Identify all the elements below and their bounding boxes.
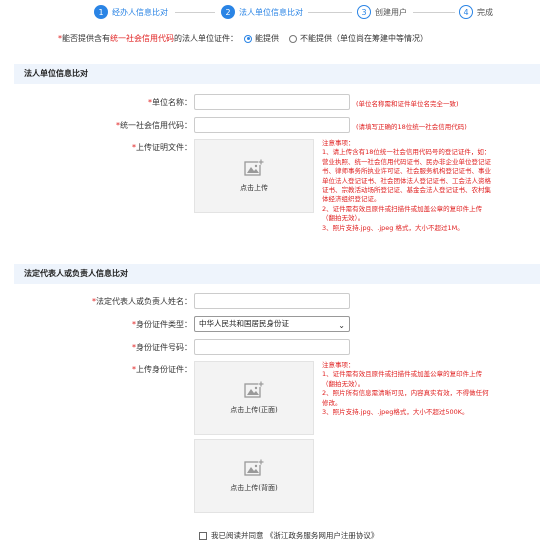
credit-code-label: *统一社会信用代码： <box>116 121 192 130</box>
step-connector <box>413 12 455 13</box>
step-2: 2 法人单位信息比对 <box>221 4 303 20</box>
upload-text: 点击上传(正面) <box>230 406 278 414</box>
question-text-pre: 能否提供含有 <box>62 34 110 43</box>
step-label: 创建用户 <box>375 7 407 17</box>
credit-code-input[interactable] <box>194 117 350 133</box>
upload-certificate-label: *上传证明文件： <box>132 143 192 152</box>
id-type-label: *身份证件类型： <box>132 320 192 329</box>
upload-certificate-button[interactable]: 点击上传 <box>194 139 314 213</box>
section-header-legal-unit: 法人单位信息比对 <box>14 64 540 84</box>
step-number: 1 <box>94 5 108 19</box>
unit-name-label: *单位名称： <box>148 98 192 107</box>
radio-label: 能提供 <box>255 34 279 43</box>
agreement-checkbox-row[interactable]: 我已阅读并同意 《浙江政务服务网用户注册协议》 <box>199 530 378 541</box>
radio-label: 不能提供（单位尚在筹建中等情况） <box>300 34 428 43</box>
unit-name-hint: (单位名称需和证件单位名完全一致) <box>356 100 459 108</box>
step-number: 3 <box>357 5 371 19</box>
id-type-select[interactable]: 中华人民共和国居民身份证 ⌄ <box>194 316 350 332</box>
image-upload-icon <box>244 381 264 398</box>
upload-id-front-button[interactable]: 点击上传(正面) <box>194 361 314 435</box>
rep-name-label: *法定代表人或负责人姓名： <box>92 297 192 306</box>
question-highlight: 统一社会信用代码 <box>110 34 174 43</box>
step-connector <box>308 12 352 13</box>
chevron-down-icon: ⌄ <box>338 321 345 330</box>
step-1: 1 经办人信息比对 <box>94 4 168 20</box>
upload-id-label: *上传身份证件： <box>132 365 192 374</box>
agreement-text: 我已阅读并同意 《浙江政务服务网用户注册协议》 <box>211 531 379 540</box>
image-upload-icon <box>244 459 264 476</box>
step-label: 完成 <box>477 7 493 17</box>
upload-id-back-button[interactable]: 点击上传(背面) <box>194 439 314 513</box>
step-label: 法人单位信息比对 <box>239 7 303 17</box>
question-text-post: 的法人单位证件： <box>174 34 238 43</box>
upload-text: 点击上传(背面) <box>230 484 278 492</box>
rep-name-input[interactable] <box>194 293 350 309</box>
step-indicator: 1 经办人信息比对 2 法人单位信息比对 3 创建用户 4 完成 <box>0 4 554 20</box>
radio-can-provide[interactable]: 能提供 <box>244 33 279 44</box>
agreement-checkbox[interactable] <box>199 531 207 540</box>
id-notes: 注意事项： 1、证件需有效且原件或扫描件或加盖公章的复印件上传（翻拍无效）。 2… <box>322 361 489 417</box>
unit-name-input[interactable] <box>194 94 350 110</box>
radio-dot[interactable] <box>289 34 297 43</box>
certificate-notes: 注意事项： 1、请上传含有18位统一社会信用代码号的登记证件，如：营业执照、统一… <box>322 139 491 232</box>
step-connector <box>175 12 215 13</box>
provide-credit-code-question: * 能否提供含有 统一社会信用代码 的法人单位证件： 能提供 不能提供（单位尚在… <box>58 33 428 44</box>
radio-dot[interactable] <box>244 34 252 43</box>
id-number-label: *身份证件号码： <box>132 343 192 352</box>
step-number: 2 <box>221 5 235 19</box>
step-label: 经办人信息比对 <box>112 7 168 17</box>
section-header-legal-rep: 法定代表人或负责人信息比对 <box>14 264 540 284</box>
radio-cannot-provide[interactable]: 不能提供（单位尚在筹建中等情况） <box>289 33 428 44</box>
upload-text: 点击上传 <box>240 184 268 192</box>
id-type-value: 中华人民共和国居民身份证 <box>199 319 289 328</box>
step-3: 3 创建用户 <box>357 4 407 20</box>
step-number: 4 <box>459 5 473 19</box>
image-upload-icon <box>244 159 264 176</box>
credit-code-hint: (请填写正确的18位统一社会信用代码) <box>356 123 467 131</box>
id-number-input[interactable] <box>194 339 350 355</box>
step-4: 4 完成 <box>459 4 493 20</box>
